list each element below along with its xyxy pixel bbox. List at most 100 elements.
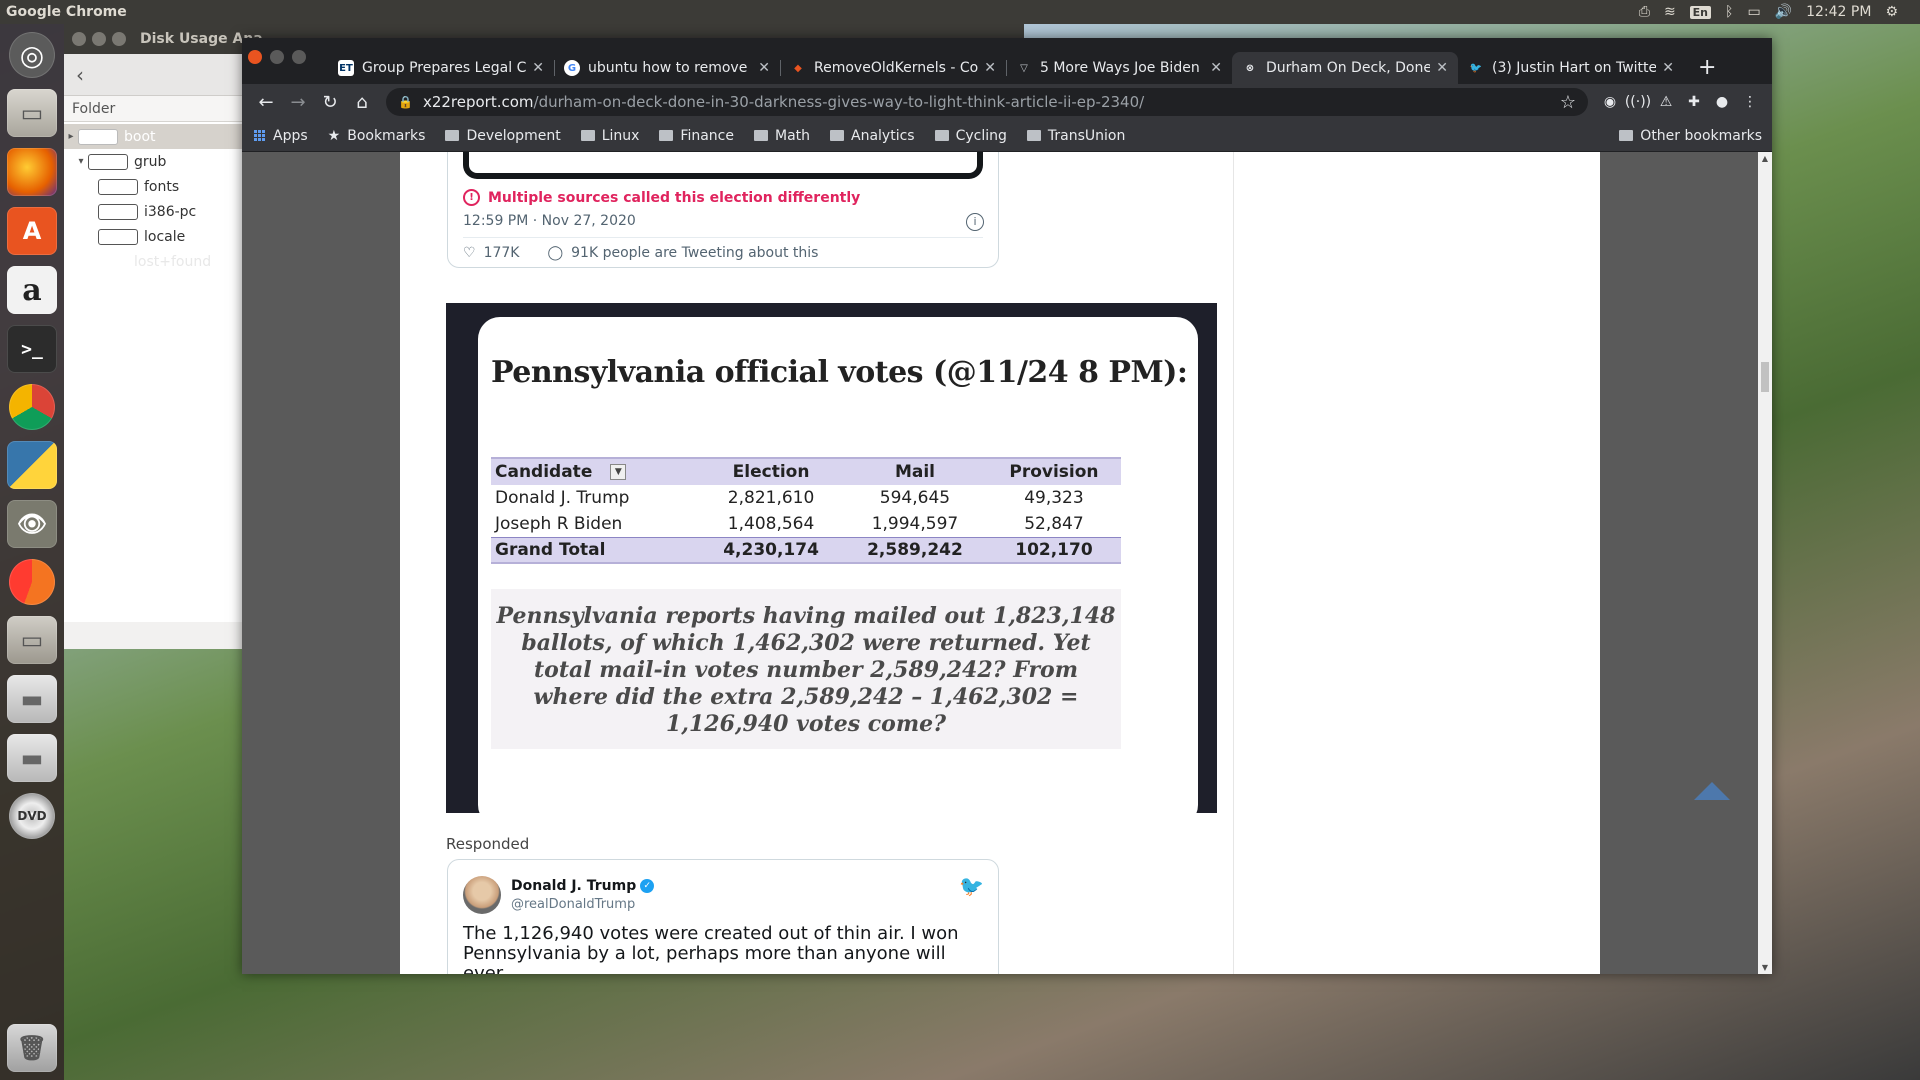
drive-secondary-icon[interactable]: ▬ (7, 734, 57, 782)
tweet-text: The 1,126,940 votes were created out of … (463, 923, 959, 975)
bookmark-other[interactable]: Other bookmarks (1619, 128, 1762, 144)
new-tab-button[interactable]: + (1684, 55, 1730, 84)
bookmark-folder[interactable]: TransUnion (1026, 128, 1125, 144)
scroll-to-top-icon[interactable] (1694, 782, 1730, 800)
wifi-icon[interactable]: ≋ (1664, 4, 1676, 20)
tab-removeoldkernels[interactable]: ◆ RemoveOldKernels - Cor ✕ (780, 52, 1006, 84)
maximize-window-button[interactable] (292, 50, 306, 64)
menu-kebab-icon[interactable]: ⋮ (1736, 88, 1764, 116)
tab-label: 5 More Ways Joe Biden (1040, 60, 1200, 76)
bookmark-bookmarks[interactable]: ★ Bookmarks (328, 128, 426, 144)
embedded-tweet[interactable]: ! Multiple sources called this election … (447, 152, 999, 268)
chromium-icon[interactable] (9, 559, 55, 605)
avatar[interactable] (463, 876, 501, 914)
expander-icon[interactable]: ▸ (64, 131, 78, 142)
tree-row[interactable]: ▾ grub (64, 149, 242, 174)
extension-broadcast-icon[interactable]: ((·)) (1624, 88, 1652, 116)
tree-row[interactable]: locale (64, 224, 242, 249)
minimize-window-button[interactable] (270, 50, 284, 64)
address-bar[interactable]: 🔒 x22report.com/durham-on-deck-done-in-3… (386, 88, 1588, 116)
like-action[interactable]: ♡ 177K (463, 245, 519, 261)
power-gear-icon[interactable]: ⚙ (1885, 4, 1898, 20)
tweet-media[interactable] (463, 152, 983, 179)
tree-row[interactable]: fonts (64, 174, 242, 199)
tree-row[interactable]: ▸ boot (64, 124, 242, 149)
forward-button[interactable]: → (282, 86, 314, 118)
close-tab-icon[interactable]: ✕ (758, 60, 770, 76)
bookmark-folder[interactable]: Cycling (934, 128, 1007, 144)
tree-row[interactable]: lost+found (64, 249, 242, 274)
back-arrow-icon[interactable]: ‹ (76, 63, 84, 87)
ubuntu-dash-icon[interactable]: ◎ (9, 32, 55, 78)
reload-button[interactable]: ↻ (314, 86, 346, 118)
bluetooth-icon[interactable]: ᛒ (1725, 4, 1733, 20)
dvd-icon[interactable]: DVD (9, 793, 55, 839)
bookmark-folder[interactable]: Development (445, 128, 561, 144)
tab-group-prepares-legal[interactable]: ET Group Prepares Legal Ch ✕ (328, 52, 554, 84)
lock-icon[interactable]: 🔒 (398, 95, 413, 109)
author-handle[interactable]: @realDonaldTrump (511, 897, 635, 912)
tab-ubuntu-how-to-remove[interactable]: Gubuntu how to remove o ✕ (554, 52, 780, 84)
tree-row[interactable]: i386-pc (64, 199, 242, 224)
close-button[interactable] (72, 32, 86, 46)
twitter-bird-icon[interactable]: 🐦 (959, 874, 984, 898)
firefox-icon[interactable] (7, 148, 57, 196)
tweet-timestamp[interactable]: 12:59 PM · Nov 27, 2020 (463, 213, 636, 229)
close-tab-icon[interactable]: ✕ (1662, 60, 1674, 76)
scrollbar-thumb[interactable] (1761, 362, 1769, 392)
chrome-icon[interactable] (9, 384, 55, 430)
tweet-author[interactable]: Donald J. Trump ✓ (511, 878, 655, 894)
python-icon[interactable] (7, 441, 57, 489)
bookmark-folder[interactable]: Finance (659, 128, 734, 144)
keyboard-layout-indicator[interactable]: En (1689, 5, 1712, 19)
tab-5-more-ways[interactable]: ▽ 5 More Ways Joe Biden ✕ (1006, 52, 1232, 84)
table-cell: 2,589,242 (843, 536, 987, 564)
maximize-button[interactable] (112, 32, 126, 46)
close-tab-icon[interactable]: ✕ (1210, 60, 1222, 76)
usage-bar (78, 128, 118, 145)
terminal-icon[interactable]: >_ (7, 325, 57, 373)
volume-icon[interactable]: 🔊 (1775, 4, 1792, 20)
bookmark-label: Finance (680, 127, 734, 144)
home-button[interactable]: ⌂ (346, 86, 378, 118)
bookmark-folder[interactable]: Analytics (830, 128, 915, 144)
embedded-tweet-response[interactable]: Donald J. Trump ✓ @realDonaldTrump 🐦 The … (447, 859, 999, 974)
back-button[interactable]: ← (250, 86, 282, 118)
battery-icon[interactable]: ▭ (1747, 4, 1760, 20)
bookmark-folder[interactable]: Linux (580, 128, 639, 144)
extension-triangle-icon[interactable]: ⚠ (1652, 88, 1680, 116)
vertical-scrollbar[interactable]: ▲ ▼ (1758, 152, 1772, 974)
table-cell: 102,170 (986, 536, 1121, 564)
clock[interactable]: 12:42 PM (1806, 4, 1871, 20)
chevron-down-icon[interactable]: ▾ (74, 156, 88, 167)
trash-icon[interactable]: 🗑 (7, 1024, 57, 1072)
page-viewport[interactable]: ! Multiple sources called this election … (242, 152, 1772, 974)
bookmark-apps[interactable]: Apps (254, 128, 308, 144)
scroll-up-arrow-icon[interactable]: ▲ (1758, 154, 1772, 163)
printer-icon[interactable]: ⎙ (1639, 4, 1650, 20)
bookmark-folder[interactable]: Math (753, 128, 810, 144)
amazon-icon[interactable]: a (7, 266, 57, 314)
table-row: Donald J. Trump 2,821,610 594,645 49,323 (491, 485, 1121, 511)
files-secondary-icon[interactable]: ▭ (7, 616, 57, 664)
drive-icon[interactable]: ▬ (7, 675, 57, 723)
extension-circle-icon[interactable]: ◉ (1596, 88, 1624, 116)
extensions-puzzle-icon[interactable]: ✚ (1680, 88, 1708, 116)
tweeting-action[interactable]: ◯ 91K people are Tweeting about this (547, 245, 818, 261)
scroll-down-arrow-icon[interactable]: ▼ (1758, 963, 1772, 972)
exclamation-circle-icon: ! (463, 189, 480, 206)
election-warning[interactable]: ! Multiple sources called this election … (463, 189, 860, 206)
tab-durham-on-deck[interactable]: ⊗ Durham On Deck, Done ✕ (1232, 52, 1458, 84)
close-tab-icon[interactable]: ✕ (532, 60, 544, 76)
close-tab-icon[interactable]: ✕ (1436, 60, 1448, 76)
software-center-icon[interactable]: A (7, 207, 57, 255)
bookmark-star-icon[interactable]: ☆ (1560, 92, 1576, 113)
tab-justin-hart-twitter[interactable]: 🐦 (3) Justin Hart on Twitte ✕ (1458, 52, 1684, 84)
files-icon[interactable]: ▭ (7, 89, 57, 137)
gimp-icon[interactable]: 👁 (7, 500, 57, 548)
close-tab-icon[interactable]: ✕ (984, 60, 996, 76)
profile-avatar-icon[interactable]: ● (1708, 88, 1736, 116)
close-window-button[interactable] (248, 50, 262, 64)
minimize-button[interactable] (92, 32, 106, 46)
info-icon[interactable]: i (966, 213, 984, 231)
